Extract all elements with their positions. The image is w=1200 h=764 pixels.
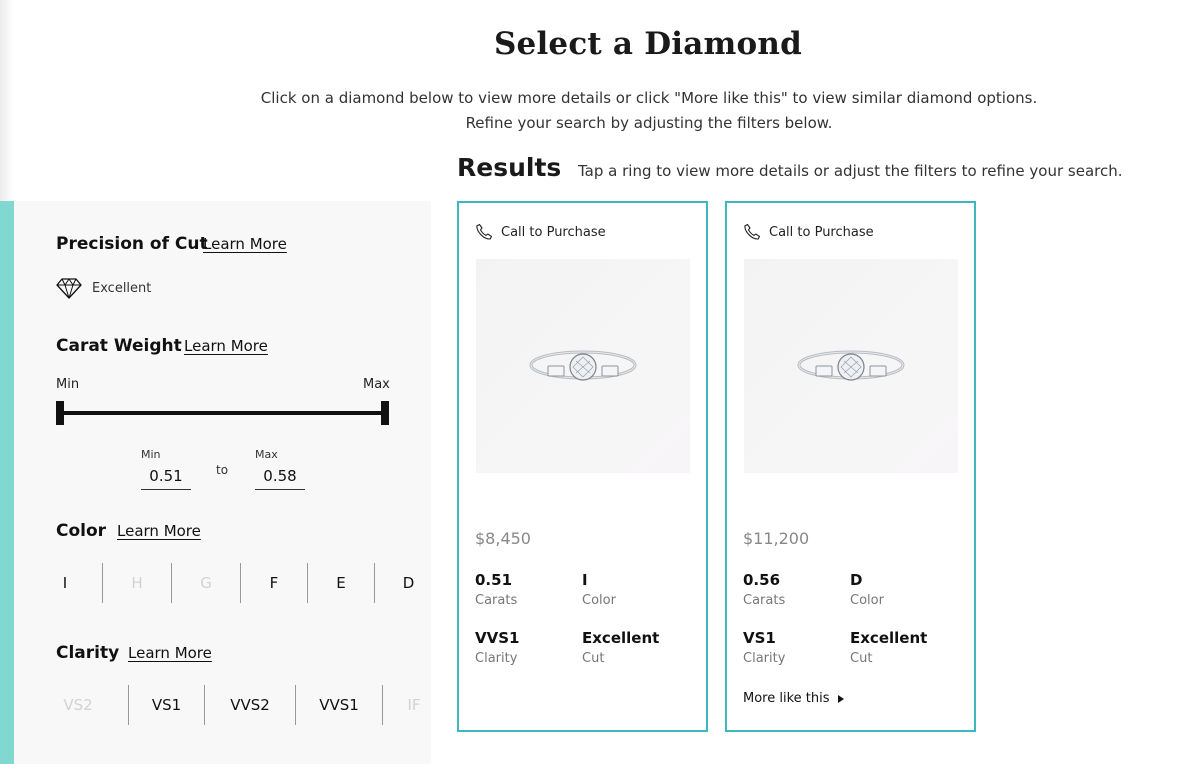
clarity-label: Clarity bbox=[743, 651, 786, 666]
cut-value: Excellent bbox=[92, 280, 152, 296]
price: $8,450 bbox=[475, 529, 531, 548]
carat-range-max-handle[interactable] bbox=[381, 401, 389, 425]
cut-value: Excellent bbox=[582, 629, 660, 647]
price: $11,200 bbox=[743, 529, 810, 548]
color-value: I bbox=[582, 571, 588, 589]
ring-image[interactable] bbox=[476, 259, 690, 473]
accent-bar bbox=[0, 201, 14, 764]
carat-range-track[interactable] bbox=[60, 411, 385, 415]
color-option[interactable]: G bbox=[172, 563, 241, 603]
more-like-this-label: More like this bbox=[743, 691, 830, 706]
carats-value: 0.51 bbox=[475, 571, 513, 589]
cut-learn-more-link[interactable]: Learn More bbox=[203, 235, 287, 253]
color-label: Color bbox=[582, 593, 616, 608]
color-learn-more-link[interactable]: Learn More bbox=[117, 522, 201, 540]
color-option[interactable]: F bbox=[241, 563, 308, 603]
clarity-learn-more-link[interactable]: Learn More bbox=[128, 644, 212, 662]
clarity-option[interactable]: VS1 bbox=[129, 685, 205, 725]
color-option[interactable]: D bbox=[375, 563, 442, 603]
result-card[interactable]: Call to Purchase $11,200 0.56 Carats D C… bbox=[725, 201, 976, 732]
color-option[interactable]: H bbox=[103, 563, 172, 603]
color-filter-title: Color bbox=[56, 521, 107, 541]
clarity-selector: VS2 VS1 VVS2 VVS1 IF bbox=[28, 685, 445, 725]
carat-filter-title: Carat Weight bbox=[56, 336, 182, 356]
clarity-option[interactable]: VVS1 bbox=[296, 685, 383, 725]
clarity-value: VS1 bbox=[743, 629, 776, 647]
filter-panel: Precision of Cut Learn More Excellent Ca… bbox=[14, 201, 431, 764]
carats-label: Carats bbox=[475, 593, 518, 608]
carat-max-input-label: Max bbox=[255, 448, 278, 461]
cut-filter-title: Precision of Cut bbox=[56, 234, 208, 254]
more-like-this-link[interactable]: More like this bbox=[743, 691, 844, 706]
color-value: D bbox=[850, 571, 863, 589]
ring-icon bbox=[529, 350, 637, 381]
phone-icon bbox=[476, 223, 493, 240]
clarity-option[interactable]: IF bbox=[383, 685, 445, 725]
cut-label: Cut bbox=[582, 651, 605, 666]
range-max-label: Max bbox=[363, 377, 390, 392]
result-card[interactable]: Call to Purchase $8,450 0.51 Carats I Co… bbox=[457, 201, 708, 732]
page-title: Select a Diamond bbox=[493, 26, 803, 62]
color-label: Color bbox=[850, 593, 884, 608]
call-label: Call to Purchase bbox=[769, 224, 874, 240]
carat-range-min-handle[interactable] bbox=[56, 401, 64, 425]
carats-value: 0.56 bbox=[743, 571, 781, 589]
color-option[interactable]: E bbox=[308, 563, 375, 603]
carat-min-input[interactable] bbox=[141, 462, 191, 490]
clarity-filter-title: Clarity bbox=[56, 643, 120, 663]
carat-min-input-label: Min bbox=[141, 448, 161, 461]
color-selector: IHGFED bbox=[28, 563, 442, 603]
carat-max-input[interactable] bbox=[255, 462, 305, 490]
chevron-right-icon bbox=[837, 694, 844, 703]
call-label: Call to Purchase bbox=[501, 224, 606, 240]
ring-image[interactable] bbox=[744, 259, 958, 473]
cut-option-excellent[interactable]: Excellent bbox=[56, 277, 151, 299]
carats-label: Carats bbox=[743, 593, 786, 608]
clarity-value: VVS1 bbox=[475, 629, 520, 647]
page-subtitle: Click on a diamond below to view more de… bbox=[260, 89, 1038, 132]
range-min-label: Min bbox=[56, 377, 80, 392]
phone-icon bbox=[744, 223, 761, 240]
results-heading: Results bbox=[457, 153, 562, 182]
cut-label: Cut bbox=[850, 651, 873, 666]
carat-learn-more-link[interactable]: Learn More bbox=[184, 337, 268, 355]
call-to-purchase-link[interactable]: Call to Purchase bbox=[743, 223, 874, 241]
call-to-purchase-link[interactable]: Call to Purchase bbox=[475, 223, 606, 241]
cut-value: Excellent bbox=[850, 629, 928, 647]
clarity-option[interactable]: VS2 bbox=[28, 685, 129, 725]
color-option[interactable]: I bbox=[28, 563, 103, 603]
carat-to-label: to bbox=[216, 463, 229, 477]
results-hint: Tap a ring to view more details or adjus… bbox=[578, 162, 1123, 180]
ring-icon bbox=[797, 350, 905, 381]
diamond-icon bbox=[56, 278, 82, 299]
clarity-option[interactable]: VVS2 bbox=[205, 685, 296, 725]
clarity-label: Clarity bbox=[475, 651, 518, 666]
